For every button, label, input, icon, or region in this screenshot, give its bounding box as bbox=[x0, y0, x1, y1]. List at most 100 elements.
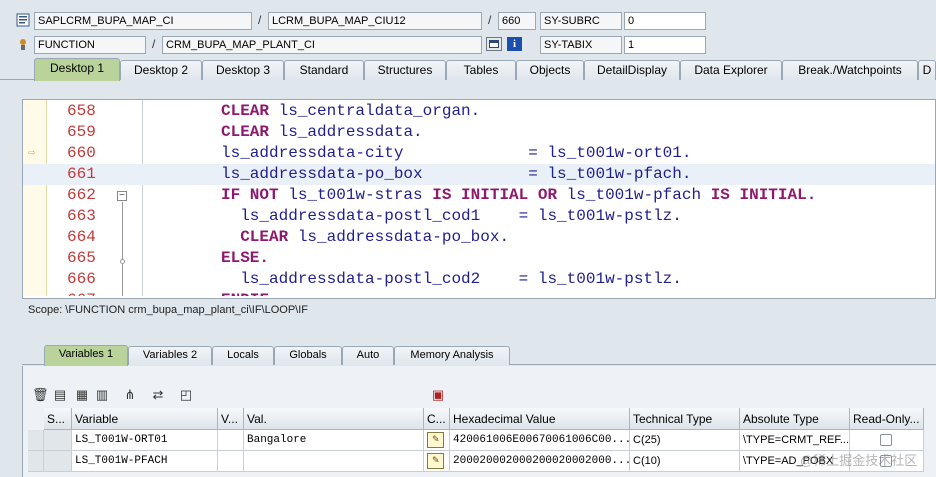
tab-standard[interactable]: Standard bbox=[284, 60, 364, 80]
read-only-checkbox[interactable] bbox=[880, 434, 892, 446]
value-cell[interactable] bbox=[244, 451, 424, 472]
system-field-value[interactable]: 0 bbox=[624, 12, 706, 30]
column-header-hex-value[interactable]: Hexadecimal Value bbox=[450, 408, 630, 430]
code-text: ELSE. bbox=[221, 249, 270, 267]
code-line[interactable]: 658 CLEAR ls_centraldata_organ. bbox=[23, 101, 935, 122]
view-cell[interactable] bbox=[218, 451, 244, 472]
column-header-absolute-type[interactable]: Absolute Type bbox=[740, 408, 850, 430]
code-line[interactable]: 662 IF NOT ls_t001w-stras IS INITIAL OR l… bbox=[23, 185, 935, 206]
fold-collapse-icon[interactable]: − bbox=[117, 191, 127, 201]
append-row-icon[interactable]: ▦ bbox=[74, 387, 90, 403]
code-text: CLEAR ls_centraldata_organ. bbox=[221, 102, 481, 120]
row-selector[interactable] bbox=[28, 451, 44, 472]
line-number: 659 bbox=[67, 123, 96, 141]
tab-structures[interactable]: Structures bbox=[364, 60, 446, 80]
column-header-v[interactable]: V... bbox=[218, 408, 244, 430]
navigate-icon[interactable]: ⇄ bbox=[150, 387, 166, 403]
program-info-row: SAPLCRM_BUPA_MAP_CI / LCRM_BUPA_MAP_CIU1… bbox=[0, 10, 936, 30]
details-icon[interactable]: ◰ bbox=[178, 387, 194, 403]
system-field-name[interactable]: SY-SUBRC bbox=[540, 12, 622, 30]
line-number: 663 bbox=[67, 207, 96, 225]
variable-cell[interactable]: LS_T001W-PFACH bbox=[72, 451, 218, 472]
tab-auto[interactable]: Auto bbox=[342, 346, 394, 365]
delete-icon[interactable]: 🗑 bbox=[32, 387, 49, 403]
tab-variables-2[interactable]: Variables 2 bbox=[128, 346, 212, 365]
view-cell[interactable] bbox=[218, 430, 244, 451]
tab-break-watchpoints[interactable]: Break./Watchpoints bbox=[782, 60, 918, 80]
line-number: 665 bbox=[67, 249, 96, 267]
save-icon[interactable]: ▣ bbox=[430, 387, 446, 403]
fold-guide-line bbox=[122, 264, 123, 298]
variable-cell[interactable]: LS_T001W-ORT01 bbox=[72, 430, 218, 451]
code-line[interactable]: 665 ELSE. bbox=[23, 248, 935, 269]
hex-value-cell[interactable]: 200020002000200020002000... bbox=[450, 451, 630, 472]
source-code-editor[interactable]: 658 CLEAR ls_centraldata_organ. 659 CLEAR l… bbox=[22, 99, 936, 299]
line-number: 666 bbox=[67, 270, 96, 288]
tab-globals[interactable]: Globals bbox=[274, 346, 342, 365]
tab-overflow[interactable]: D bbox=[918, 60, 936, 80]
watermark: @稀土掘金技术社区 bbox=[800, 453, 918, 468]
absolute-type-cell[interactable]: \TYPE=CRMT_REF... bbox=[740, 430, 850, 451]
code-line[interactable]: 666 ls_addressdata-postl_cod2 = ls_t001w… bbox=[23, 269, 935, 290]
fold-guide-line bbox=[122, 202, 123, 261]
status-cell bbox=[44, 430, 72, 451]
table-icon[interactable] bbox=[486, 37, 502, 51]
delete-row-icon[interactable]: ▥ bbox=[94, 387, 110, 403]
event-type-field[interactable]: FUNCTION bbox=[34, 36, 146, 54]
line-number: 664 bbox=[67, 228, 96, 246]
column-header-status[interactable]: S... bbox=[44, 408, 72, 430]
technical-type-cell: C(10) bbox=[630, 451, 740, 472]
insert-row-icon[interactable]: ▤ bbox=[52, 387, 68, 403]
pencil-edit-icon[interactable]: ✎ bbox=[427, 453, 444, 469]
column-header-technical-type[interactable]: Technical Type bbox=[630, 408, 740, 430]
variables-tab-strip: Variables 1 Variables 2 Locals Globals A… bbox=[22, 345, 936, 366]
column-header-change[interactable]: C... bbox=[424, 408, 450, 430]
editor-bottom-edge bbox=[23, 296, 935, 298]
system-field-name[interactable]: SY-TABIX bbox=[540, 36, 622, 54]
code-line[interactable]: 661 ls_addressdata-po_box = ls_t001w-pfac… bbox=[23, 164, 935, 185]
system-field-value[interactable]: 1 bbox=[624, 36, 706, 54]
code-line[interactable]: 663 ls_addressdata-postl_cod1 = ls_t001w… bbox=[23, 206, 935, 227]
include-field[interactable]: LCRM_BUPA_MAP_CIU12 bbox=[268, 12, 482, 30]
pencil-edit-icon[interactable]: ✎ bbox=[427, 432, 444, 448]
code-text: CLEAR ls_addressdata. bbox=[221, 123, 423, 141]
tab-locals[interactable]: Locals bbox=[212, 346, 274, 365]
change-cell: ✎ bbox=[424, 430, 450, 451]
column-header-read-only[interactable]: Read-Only... bbox=[850, 408, 924, 430]
code-text: CLEAR ls_addressdata-po_box. bbox=[240, 228, 510, 246]
function-icon bbox=[20, 39, 26, 50]
program-icon bbox=[16, 13, 30, 27]
tab-desktop-3[interactable]: Desktop 3 bbox=[202, 60, 284, 80]
hierarchy-icon[interactable]: ⋔ bbox=[122, 387, 138, 403]
program-field[interactable]: SAPLCRM_BUPA_MAP_CI bbox=[34, 12, 252, 30]
scope-path: Scope: \FUNCTION crm_bupa_map_plant_ci\I… bbox=[28, 304, 308, 316]
read-only-cell bbox=[850, 430, 924, 451]
line-number: 658 bbox=[67, 102, 96, 120]
code-text: ls_addressdata-postl_cod2 = ls_t001w-pst… bbox=[240, 270, 682, 288]
info-icon[interactable]: i bbox=[507, 37, 522, 51]
function-info-row: FUNCTION / CRM_BUPA_MAP_PLANT_CI i SY-TA… bbox=[0, 34, 936, 54]
column-header-variable[interactable]: Variable bbox=[72, 408, 218, 430]
code-line[interactable]: 664 CLEAR ls_addressdata-po_box. bbox=[23, 227, 935, 248]
column-header-value[interactable]: Val. bbox=[244, 408, 424, 430]
tab-objects[interactable]: Objects bbox=[516, 60, 584, 80]
status-cell bbox=[44, 451, 72, 472]
row-selector[interactable] bbox=[28, 430, 44, 451]
line-number-field[interactable]: 660 bbox=[498, 12, 536, 30]
hex-value-cell[interactable]: 420061006E00670061006C00... bbox=[450, 430, 630, 451]
line-number: 661 bbox=[67, 165, 96, 183]
code-line[interactable]: 659 CLEAR ls_addressdata. bbox=[23, 122, 935, 143]
separator-slash: / bbox=[258, 13, 262, 27]
tab-detail-display[interactable]: DetailDisplay bbox=[584, 60, 680, 80]
code-text: ls_addressdata-city = ls_t001w-ort01. bbox=[221, 144, 692, 162]
tab-data-explorer[interactable]: Data Explorer bbox=[680, 60, 782, 80]
tab-tables[interactable]: Tables bbox=[446, 60, 516, 80]
execution-pointer-icon: ⇨ bbox=[28, 146, 36, 160]
tab-memory-analysis[interactable]: Memory Analysis bbox=[394, 346, 510, 365]
tab-desktop-1[interactable]: Desktop 1 bbox=[34, 58, 120, 81]
code-line[interactable]: ⇨ 660 ls_addressdata-city = ls_t001w-ort01… bbox=[23, 143, 935, 164]
value-cell[interactable]: Bangalore bbox=[244, 430, 424, 451]
tab-variables-1[interactable]: Variables 1 bbox=[44, 345, 128, 366]
function-name-field[interactable]: CRM_BUPA_MAP_PLANT_CI bbox=[162, 36, 482, 54]
tab-desktop-2[interactable]: Desktop 2 bbox=[120, 60, 202, 80]
